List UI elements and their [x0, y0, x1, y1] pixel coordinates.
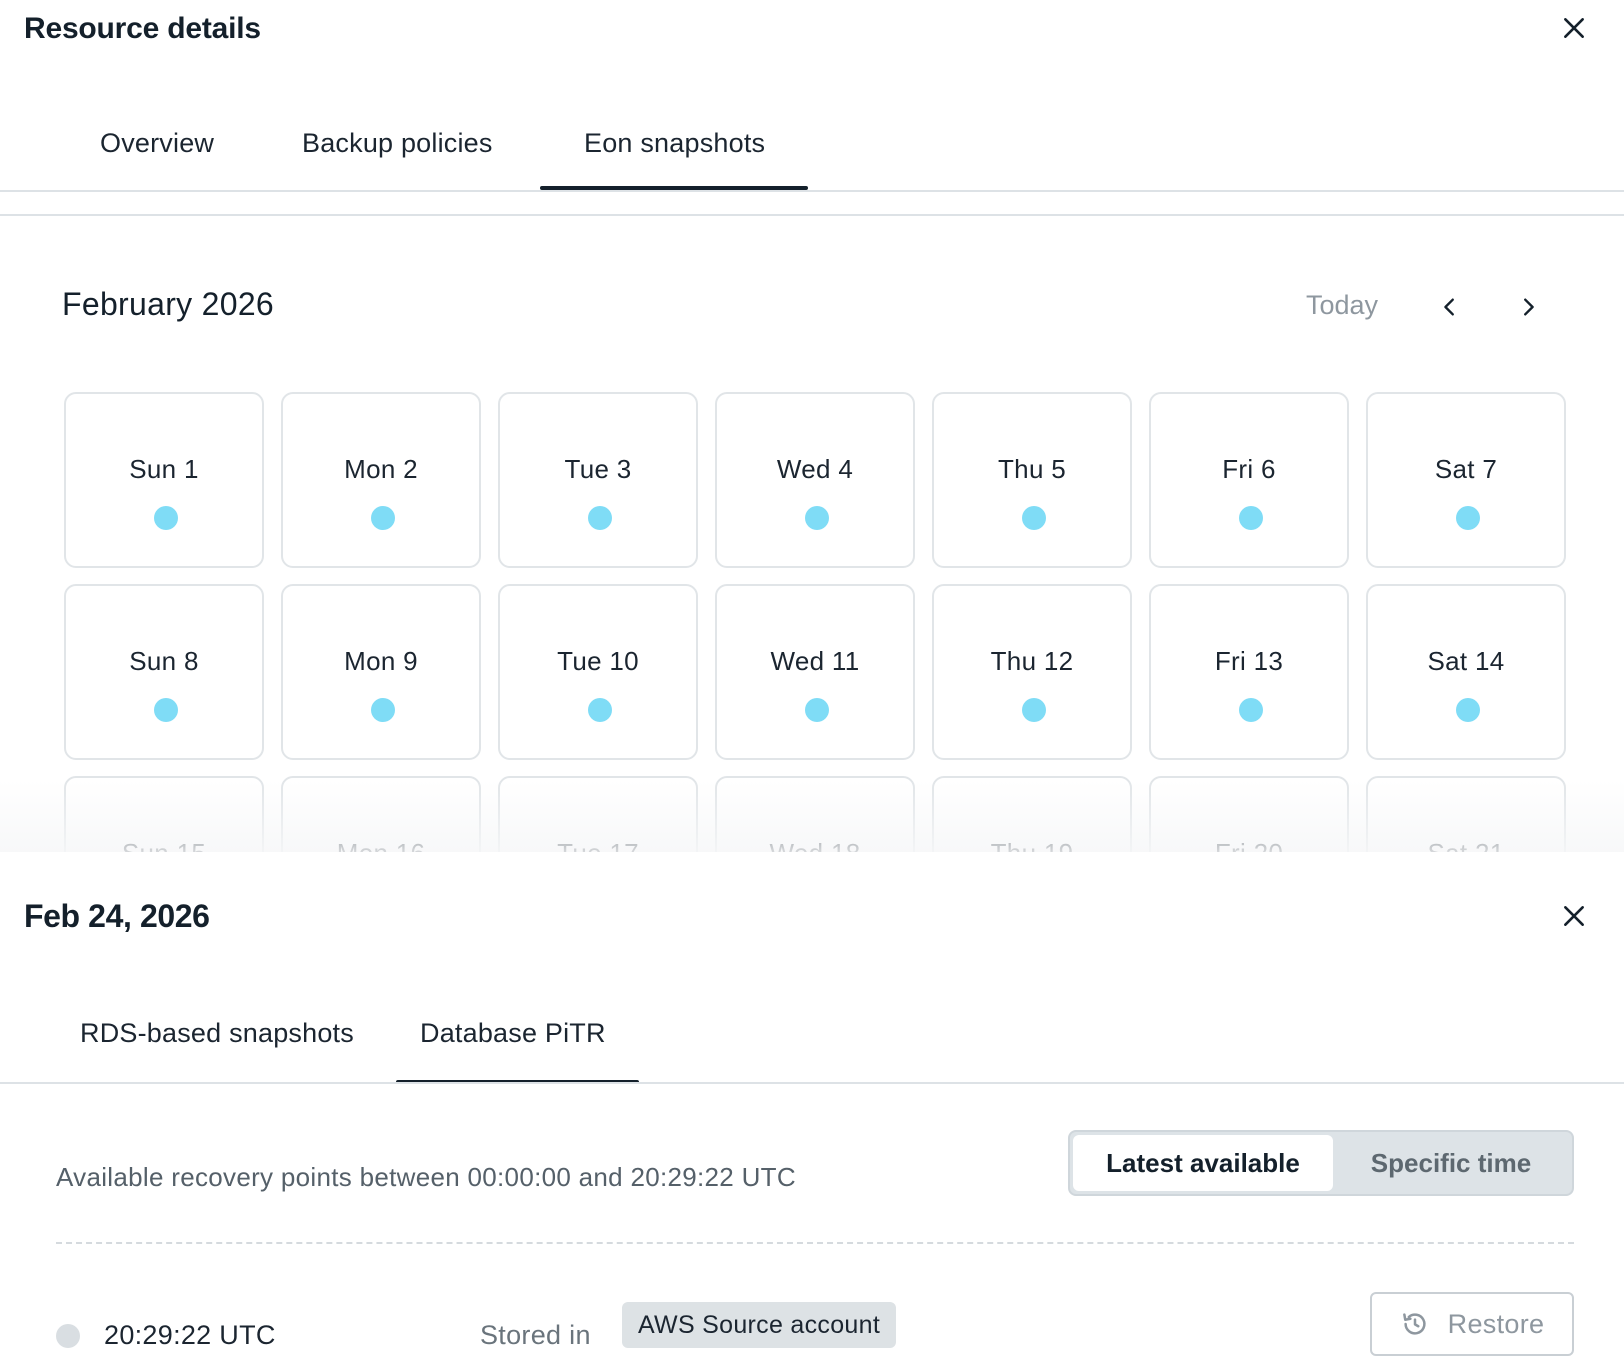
calendar-day-cell[interactable]: Sat 21	[1366, 776, 1566, 852]
calendar-day-label: Wed 18	[717, 838, 913, 852]
calendar-day-cell[interactable]: Wed 4	[715, 392, 915, 568]
calendar-day-cell[interactable]: Mon 2	[281, 392, 481, 568]
snapshot-indicator-dot	[1456, 506, 1480, 530]
snapshot-indicator-dot	[1239, 506, 1263, 530]
calendar-day-label: Tue 3	[564, 454, 632, 484]
snapshot-indicator-dot	[805, 506, 829, 530]
snapshot-indicator-dot	[805, 698, 829, 722]
tab-backup-policies[interactable]: Backup policies	[302, 128, 493, 159]
tab-eon-snapshots[interactable]: Eon snapshots	[584, 128, 765, 159]
calendar-day-cell[interactable]: Sat 7	[1366, 392, 1566, 568]
calendar-day-label: Sat 21	[1368, 838, 1564, 852]
calendar-day-cell[interactable]: Thu 19	[932, 776, 1132, 852]
today-button[interactable]: Today	[1306, 290, 1378, 321]
calendar-day-label: Sun 15	[66, 838, 262, 852]
calendar-day-label: Tue 10	[557, 646, 639, 676]
restore-history-icon	[1402, 1313, 1426, 1335]
calendar-day-label: Fri 6	[1222, 454, 1276, 484]
close-icon	[1564, 18, 1584, 38]
calendar-day-label: Mon 9	[344, 646, 418, 676]
calendar-day-cell[interactable]: Mon 16	[281, 776, 481, 852]
calendar-day-cell[interactable]: Wed 11	[715, 584, 915, 760]
calendar-day-cell[interactable]: Sun 8	[64, 584, 264, 760]
calendar-day-cell[interactable]: Sat 14	[1366, 584, 1566, 760]
calendar-day-cell[interactable]: Mon 9	[281, 584, 481, 760]
calendar-day-label: Fri 13	[1214, 646, 1284, 676]
close-panel-button[interactable]	[1554, 8, 1594, 48]
date-detail-panel: Feb 24, 2026 RDS-based snapshots Databas…	[0, 852, 1624, 1368]
calendar-day-label: Mon 16	[283, 838, 479, 852]
calendar-day-cell[interactable]: Thu 12	[932, 584, 1132, 760]
content-divider	[0, 214, 1624, 216]
snapshot-indicator-dot	[154, 698, 178, 722]
recovery-point-status-dot	[56, 1324, 80, 1348]
calendar-day-cell[interactable]: Tue 3	[498, 392, 698, 568]
snapshot-indicator-dot	[1022, 506, 1046, 530]
calendar-day-cell[interactable]: Thu 5	[932, 392, 1132, 568]
storage-account-badge: AWS Source account	[622, 1302, 897, 1348]
calendar-day-label: Mon 2	[344, 454, 418, 484]
calendar-day-label: Sat 14	[1427, 646, 1505, 676]
recovery-range-text: Available recovery points between 00:00:…	[56, 1162, 796, 1192]
calendar-day-cell[interactable]: Tue 10	[498, 584, 698, 760]
calendar-day-cell[interactable]: Fri 13	[1149, 584, 1349, 760]
tabs-divider	[0, 190, 1624, 192]
chevron-right-icon	[1524, 298, 1534, 316]
tab-rds-based-snapshots[interactable]: RDS-based snapshots	[80, 1018, 354, 1049]
chevron-left-icon	[1444, 298, 1454, 316]
snapshot-indicator-dot	[1456, 698, 1480, 722]
close-icon	[1564, 906, 1584, 926]
recovery-point-time: 20:29:22 UTC	[104, 1320, 276, 1350]
calendar-day-label: Thu 12	[990, 646, 1074, 676]
calendar-day-cell[interactable]: Sun 1	[64, 392, 264, 568]
restore-label: Restore	[1447, 1308, 1545, 1339]
detail-tabs-divider	[0, 1082, 1624, 1084]
snapshot-indicator-dot	[1022, 698, 1046, 722]
calendar-day-cell[interactable]: Wed 18	[715, 776, 915, 852]
calendar-day-label: Fri 20	[1151, 838, 1347, 852]
calendar-day-label: Thu 19	[934, 838, 1130, 852]
calendar-day-label: Wed 11	[770, 646, 860, 676]
calendar-day-label: Tue 17	[500, 838, 696, 852]
dashed-divider	[56, 1242, 1574, 1244]
snapshot-indicator-dot	[588, 698, 612, 722]
resource-details-panel: Resource details Overview Backup policie…	[0, 0, 1624, 852]
snapshot-indicator-dot	[154, 506, 178, 530]
calendar-day-cell[interactable]: Sun 15	[64, 776, 264, 852]
tab-overview[interactable]: Overview	[100, 128, 214, 159]
previous-month-button[interactable]	[1432, 287, 1468, 327]
latest-available-option[interactable]: Latest available	[1073, 1135, 1333, 1191]
resource-tabs: Overview Backup policies Eon snapshots	[0, 110, 1624, 192]
restore-button[interactable]: Restore	[1370, 1292, 1574, 1356]
stored-in-label: Stored in	[480, 1320, 591, 1350]
recovery-mode-toggle: Latest available Specific time	[1068, 1130, 1574, 1196]
calendar-day-cell[interactable]: Tue 17	[498, 776, 698, 852]
calendar-day-cell[interactable]: Fri 20	[1149, 776, 1349, 852]
snapshot-indicator-dot	[588, 506, 612, 530]
calendar-day-cell[interactable]: Fri 6	[1149, 392, 1349, 568]
calendar-month-label: February 2026	[62, 286, 275, 322]
detail-title: Feb 24, 2026	[24, 898, 210, 934]
detail-tabs: RDS-based snapshots Database PiTR	[0, 1000, 1624, 1084]
specific-time-option[interactable]: Specific time	[1333, 1135, 1569, 1191]
calendar-day-label: Wed 4	[776, 454, 854, 484]
calendar-day-label: Sun 8	[129, 646, 199, 676]
calendar-day-label: Sat 7	[1434, 454, 1498, 484]
close-detail-button[interactable]	[1554, 896, 1594, 936]
tab-database-pitr[interactable]: Database PiTR	[420, 1018, 606, 1049]
calendar-day-label: Thu 5	[998, 454, 1066, 484]
snapshot-indicator-dot	[371, 698, 395, 722]
next-month-button[interactable]	[1510, 287, 1546, 327]
panel-title: Resource details	[24, 12, 261, 45]
calendar-day-label: Sun 1	[129, 454, 199, 484]
snapshot-indicator-dot	[1239, 698, 1263, 722]
snapshot-indicator-dot	[371, 506, 395, 530]
